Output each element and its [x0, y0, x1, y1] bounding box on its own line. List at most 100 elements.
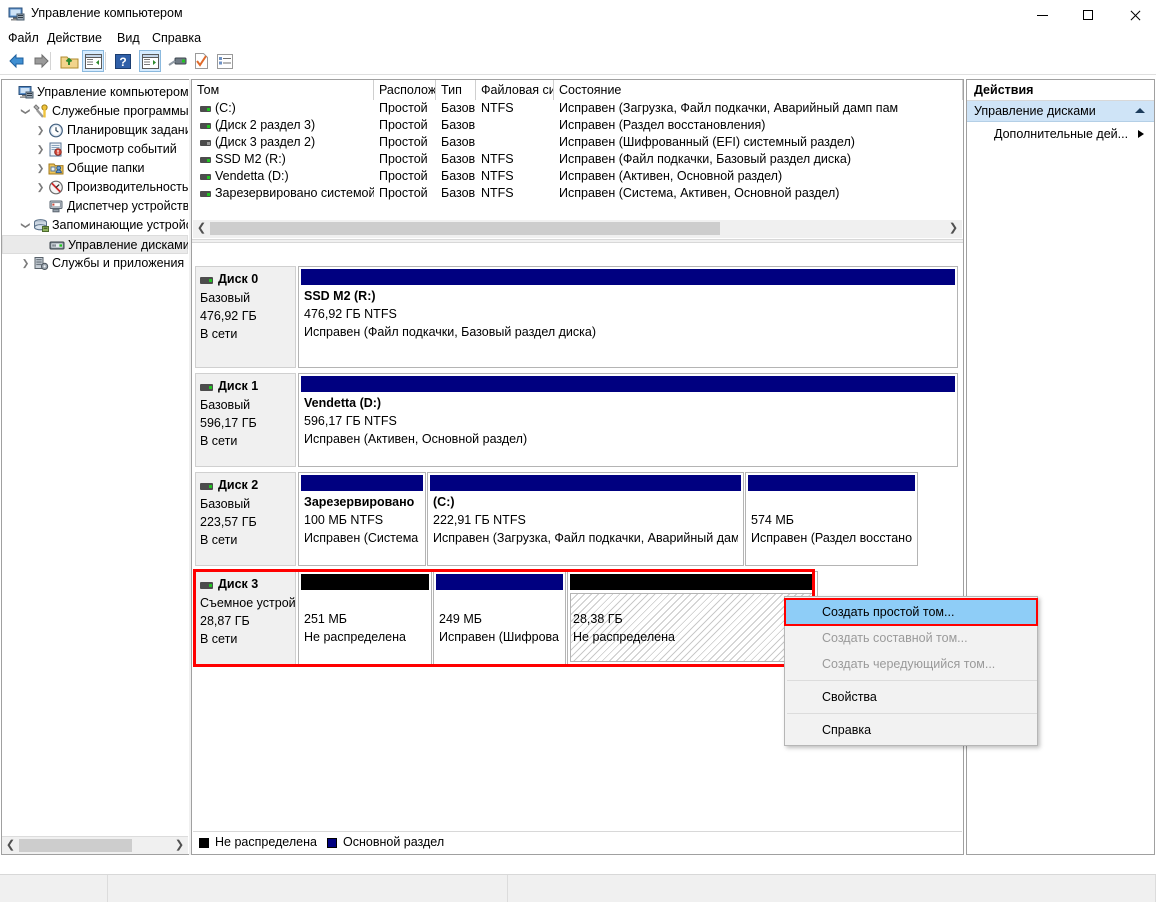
menu-item-0[interactable]: Файл: [2, 30, 45, 47]
partition-block[interactable]: Vendetta (D:) 596,17 ГБ NTFS Исправен (Акт…: [298, 373, 958, 467]
chevron-right-icon[interactable]: ❯: [34, 121, 47, 140]
volume-disk-icon: [200, 140, 211, 146]
close-button[interactable]: [1111, 0, 1156, 30]
volume-column-header-4[interactable]: Состояние: [554, 80, 963, 100]
partition-block[interactable]: 574 МБ Исправен (Раздел восстано: [745, 472, 918, 566]
scroll-right-icon[interactable]: ❯: [945, 220, 962, 237]
partition-color-bar: [570, 574, 815, 590]
disk-info-panel[interactable]: Диск 2 Базовый 223,57 ГБ В сети: [195, 472, 296, 566]
chevron-right-icon[interactable]: ❯: [34, 178, 47, 197]
up-folder-icon[interactable]: [58, 50, 80, 72]
partition-title: Зарезервировано: [304, 495, 415, 509]
properties-icon[interactable]: [190, 50, 212, 72]
tree-horizontal-scrollbar[interactable]: ❮ ❯: [2, 836, 188, 854]
chevron-right-icon[interactable]: ❯: [34, 159, 47, 178]
tree-item-9[interactable]: ❯ Службы и приложения: [2, 254, 188, 273]
volume-layout: Простой: [379, 118, 428, 132]
menu-item-2[interactable]: Вид: [111, 30, 146, 47]
volume-row[interactable]: Vendetta (D:) Простой Базовый NTFS Исправен …: [192, 168, 963, 185]
menu-item-3[interactable]: Справка: [146, 30, 207, 47]
disk-row-1[interactable]: Диск 1 Базовый 596,17 ГБ В сети Vendetta (D:…: [193, 371, 962, 469]
partition-block[interactable]: SSD M2 (R:) 476,92 ГБ NTFS Исправен (Файл …: [298, 266, 958, 368]
chevron-up-icon[interactable]: [1135, 108, 1145, 113]
partition-block[interactable]: Зарезервировано 100 МБ NTFS Исправен (Сист…: [298, 472, 426, 566]
actions-section-disk-management[interactable]: Управление дисками: [967, 101, 1154, 122]
pane-divider[interactable]: [192, 239, 963, 243]
tree-item-5[interactable]: ❯ Производительность: [2, 178, 188, 197]
volume-row[interactable]: (Диск 2 раздел 3) Простой Базовый Исправен …: [192, 117, 963, 134]
tree-item-2[interactable]: ❯ Планировщик заданий: [2, 121, 188, 140]
performance-icon: [48, 180, 64, 195]
list-view-icon[interactable]: [214, 50, 236, 72]
tree-item-8[interactable]: Управление дисками: [2, 235, 188, 254]
disk-info-panel[interactable]: Диск 3 Съемное устрой 28,87 ГБ В сети: [195, 571, 296, 665]
chevron-right-icon[interactable]: ❯: [34, 140, 47, 159]
show-hide-tree-icon[interactable]: [82, 50, 104, 72]
maximize-button[interactable]: [1065, 0, 1111, 30]
show-action-pane-icon[interactable]: [139, 50, 161, 72]
help-icon[interactable]: ?: [112, 50, 134, 72]
maximize-icon: [1083, 10, 1093, 20]
back-icon[interactable]: [6, 50, 28, 72]
volume-disk-icon: [200, 123, 211, 129]
actions-title: Действия: [967, 80, 1154, 101]
tree-item-0[interactable]: Управление компьютером (л: [2, 83, 188, 102]
tree-item-4[interactable]: ❯ Общие папки: [2, 159, 188, 178]
tree-scroll-thumb[interactable]: [19, 839, 132, 852]
tree-item-6[interactable]: Диспетчер устройств: [2, 197, 188, 216]
chevron-right-icon[interactable]: ❯: [19, 254, 32, 273]
tree-item-1[interactable]: ❯ Служебные программы: [2, 102, 188, 121]
disk-row-0[interactable]: Диск 0 Базовый 476,92 ГБ В сети SSD M2 (R:) 4…: [193, 264, 962, 370]
action-more-actions[interactable]: Дополнительные дей...: [967, 122, 1154, 146]
volume-column-header-2[interactable]: Тип: [436, 80, 476, 100]
device-manager-icon: [48, 199, 64, 214]
title-bar: Управление компьютером: [0, 0, 1156, 30]
scroll-left-icon[interactable]: ❮: [2, 837, 19, 854]
context-menu-item-4[interactable]: Свойства: [785, 684, 1037, 710]
volume-column-header-3[interactable]: Файловая система: [476, 80, 554, 100]
volume-row[interactable]: Зарезервировано системой Простой Базовый NT…: [192, 185, 963, 202]
toolbar: ?: [0, 47, 1156, 75]
forward-icon[interactable]: [30, 50, 52, 72]
volume-row[interactable]: (Диск 3 раздел 2) Простой Базовый Исправен …: [192, 134, 963, 151]
tree-item-3[interactable]: ❯ Просмотр событий: [2, 140, 188, 159]
scroll-left-icon[interactable]: ❮: [193, 220, 210, 237]
context-menu-separator: [787, 680, 1037, 681]
partition-size: 222,91 ГБ NTFS: [433, 513, 526, 527]
context-menu-item-6[interactable]: Справка: [785, 717, 1037, 743]
volume-list-header: ТомРасположениеТипФайловая системаСостоя…: [192, 80, 963, 100]
partition-block[interactable]: 28,38 ГБ Не распределена: [567, 571, 818, 665]
volume-status: Исправен (Активен, Основной раздел): [559, 169, 783, 183]
volume-column-header-0[interactable]: Том: [192, 80, 374, 100]
partition-status: Не распределена: [304, 630, 406, 644]
context-menu-item-0[interactable]: Создать простой том...: [784, 598, 1038, 626]
minimize-button[interactable]: [1019, 0, 1065, 30]
disk-state: В сети: [200, 632, 238, 646]
volume-scroll-thumb[interactable]: [210, 222, 720, 235]
disk-info-panel[interactable]: Диск 1 Базовый 596,17 ГБ В сети: [195, 373, 296, 467]
partition-title: Vendetta (D:): [304, 396, 382, 410]
volume-row[interactable]: (C:) Простой Базовый NTFS Исправен (Загрузка…: [192, 100, 963, 117]
volume-row[interactable]: SSD M2 (R:) Простой Базовый NTFS Исправен (Ф…: [192, 151, 963, 168]
volume-column-header-1[interactable]: Расположение: [374, 80, 436, 100]
partition-block[interactable]: 251 МБ Не распределена: [298, 571, 432, 665]
status-segment-1: [108, 875, 508, 902]
partition-block[interactable]: 249 МБ Исправен (Шифрова: [433, 571, 566, 665]
volume-name: Зарезервировано системой: [215, 186, 374, 200]
storage-icon: [33, 218, 49, 233]
disk-row-2[interactable]: Диск 2 Базовый 223,57 ГБ В сети Зарезервиров…: [193, 470, 962, 568]
disk-info-panel[interactable]: Диск 0 Базовый 476,92 ГБ В сети: [195, 266, 296, 368]
partition-color-bar: [436, 574, 563, 590]
tree-item-7[interactable]: ❯ Запоминающие устройст: [2, 216, 188, 235]
status-segment-0: [0, 875, 108, 902]
actions-section-label: Управление дисками: [974, 104, 1096, 118]
rescan-disks-icon[interactable]: [166, 50, 188, 72]
disk-type: Базовый: [200, 398, 251, 412]
volume-type: Базовый: [441, 135, 476, 149]
partition-block[interactable]: (C:) 222,91 ГБ NTFS Исправен (Загрузка, Фа…: [427, 472, 744, 566]
scroll-right-icon[interactable]: ❯: [171, 837, 188, 854]
volume-name: (C:): [215, 101, 236, 115]
menu-item-1[interactable]: Действие: [41, 30, 108, 47]
volume-list-horizontal-scrollbar[interactable]: ❮ ❯: [193, 220, 962, 238]
partition-color-bar: [748, 475, 915, 491]
